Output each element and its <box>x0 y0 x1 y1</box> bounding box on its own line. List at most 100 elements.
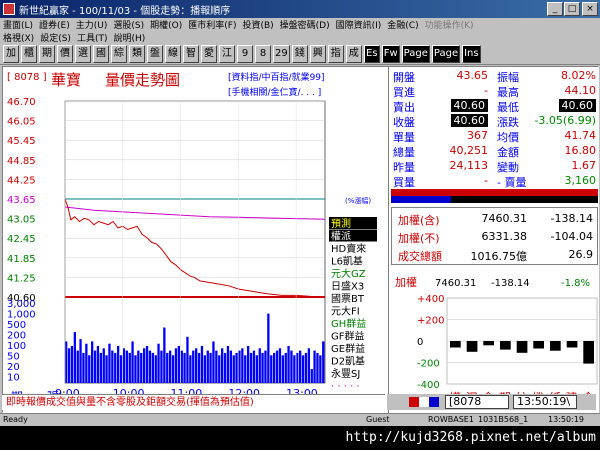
menu2-item-3[interactable]: 說明(H) <box>110 31 148 44</box>
toolbar-button-0[interactable]: 加 <box>3 44 19 63</box>
broker-label[interactable]: 國票BT <box>331 293 365 305</box>
volume-bar <box>197 352 201 383</box>
toolbar-button-19[interactable]: 成 <box>345 44 362 63</box>
volume-bar <box>258 348 261 383</box>
ask-bar-rest <box>451 196 598 203</box>
toolbar-button-10[interactable]: 智 <box>183 44 199 63</box>
volume-bar <box>166 352 169 383</box>
toolbar-button-14[interactable]: 8 <box>255 44 271 63</box>
price-tick-label: 41.25 <box>7 273 36 284</box>
menu-item-0[interactable]: 畫面(L) <box>0 18 36 31</box>
broker-label[interactable]: 永豐SJ <box>331 367 360 380</box>
volume-bar <box>304 352 308 383</box>
menu2-item-1[interactable]: 設定(S) <box>37 31 74 44</box>
menu-item-9[interactable]: 金融(C) <box>384 18 421 31</box>
menu-item-6[interactable]: 投資(B) <box>239 18 276 31</box>
toolbar-button-20[interactable]: Es <box>363 44 380 63</box>
toolbar-button-11[interactable]: 愛 <box>201 44 217 63</box>
menu-item-8[interactable]: 國際資訊(I) <box>333 18 385 31</box>
volume-bar <box>296 352 299 383</box>
toolbar-button-21[interactable]: Fw <box>381 44 400 63</box>
broker-label[interactable]: · · · · · <box>331 382 360 393</box>
toolbar-button-1[interactable]: 櫃 <box>21 44 37 63</box>
minimize-button[interactable]: _ <box>547 2 563 16</box>
menu-item-7[interactable]: 操盤密碼(D) <box>277 18 333 31</box>
menu-item-2[interactable]: 主力(U) <box>73 18 111 31</box>
menu-item-4[interactable]: 期權(O) <box>147 18 185 31</box>
close-button[interactable]: × <box>582 2 598 16</box>
volume-bar <box>200 346 204 383</box>
volume-bar <box>232 355 235 384</box>
volume-bar <box>244 355 247 384</box>
broker-label[interactable]: HD賣來 <box>331 242 366 255</box>
quote-value: - <box>484 174 488 187</box>
menu2-item-0[interactable]: 格視(X) <box>0 31 37 44</box>
broker-label[interactable]: 元大FI <box>331 305 360 318</box>
menu-item-1[interactable]: 證券(E) <box>36 18 73 31</box>
broker-label[interactable]: GE群益 <box>331 342 365 355</box>
quote-value: 40.60 <box>450 99 488 112</box>
volume-bar <box>252 350 256 383</box>
toolbar-button-8[interactable]: 盤 <box>147 44 163 63</box>
toolbar-button-22[interactable]: Page <box>401 44 430 63</box>
bottom-input-bar: [8078 13:50:19\ <box>387 394 596 410</box>
sector-bar <box>583 341 594 364</box>
toolbar-button-6[interactable]: 綜 <box>111 44 127 63</box>
broker-label[interactable]: D2凱基 <box>331 355 365 368</box>
quote-value: 40.60 <box>558 99 596 112</box>
broker-label[interactable]: L6凱基 <box>331 255 363 268</box>
maximize-button[interactable]: □ <box>564 2 580 16</box>
status-user: Guest <box>366 415 390 424</box>
volume-tick-label: 1,000 <box>7 310 36 321</box>
menu2-item-2[interactable]: 工具(T) <box>74 31 111 44</box>
volume-bar <box>301 355 305 384</box>
toolbar-button-5[interactable]: 國 <box>93 44 109 63</box>
toolbar-button-4[interactable]: 選 <box>75 44 91 63</box>
stock-code[interactable]: [ 8078 ] <box>7 72 47 83</box>
volume-bar <box>313 350 316 383</box>
volume-bar <box>195 348 198 383</box>
stock-code-input[interactable]: [8078 <box>445 395 509 409</box>
broker-label[interactable]: GH群益 <box>331 317 366 330</box>
toolbar-button-23[interactable]: Page <box>431 44 461 63</box>
menu-item-3[interactable]: 選股(S) <box>110 18 147 31</box>
quote-row: 總量 40,251 金額 16.80 <box>389 144 600 159</box>
toolbar-button-16[interactable]: 錢 <box>291 44 308 63</box>
toolbar-button-24[interactable]: Ins <box>462 44 481 63</box>
mini-tick-label: -400 <box>417 380 440 391</box>
broker-label[interactable]: 日盛X3 <box>331 280 364 293</box>
broker-label[interactable]: 預測 <box>331 217 351 230</box>
status-server: ROWBASE1 <box>428 415 474 424</box>
disclaimer-line: 即時報價成交值與量不含零股及鉅額交易(揮值為預估值) <box>2 394 385 410</box>
sector-bar <box>466 341 478 352</box>
volume-bar <box>180 350 183 383</box>
price-tick-label: 43.65 <box>7 195 36 206</box>
volume-bar <box>290 350 293 383</box>
menu-item-10[interactable]: 功能操作(K) <box>422 18 477 31</box>
volume-bar <box>267 313 270 383</box>
toolbar-button-12[interactable]: 江 <box>219 44 235 63</box>
volume-bar <box>255 355 259 384</box>
toolbar-button-2[interactable]: 期 <box>39 44 55 63</box>
toolbar-button-3[interactable]: 價 <box>57 44 73 63</box>
toolbar-button-15[interactable]: 29 <box>273 44 290 63</box>
toolbar-button-7[interactable]: 類 <box>129 44 145 63</box>
quote-label: 收盤 <box>393 116 415 129</box>
broker-label[interactable]: 權派 <box>331 230 351 243</box>
mini-tick-label: 0 <box>417 337 423 348</box>
related-categories-link[interactable]: [資料指/中百指/就業99] <box>228 70 325 83</box>
broker-label[interactable]: GF群益 <box>331 330 365 343</box>
toolbar-button-17[interactable]: 興 <box>309 44 326 63</box>
broker-label[interactable]: 元大GZ <box>331 267 366 280</box>
sector-bar <box>500 341 511 350</box>
toolbar-button-9[interactable]: 線 <box>165 44 181 63</box>
volume-bar <box>70 346 74 383</box>
quote-value: 3,160 <box>564 174 597 187</box>
toolbar-button-13[interactable]: 9 <box>237 44 253 63</box>
volume-bar <box>174 348 178 383</box>
volume-bar <box>206 350 209 383</box>
index-label: 成交總額 <box>398 250 442 263</box>
volume-bar <box>91 341 94 383</box>
toolbar-button-18[interactable]: 指 <box>327 44 344 63</box>
menu-item-5[interactable]: 匯市利率(F) <box>185 18 239 31</box>
